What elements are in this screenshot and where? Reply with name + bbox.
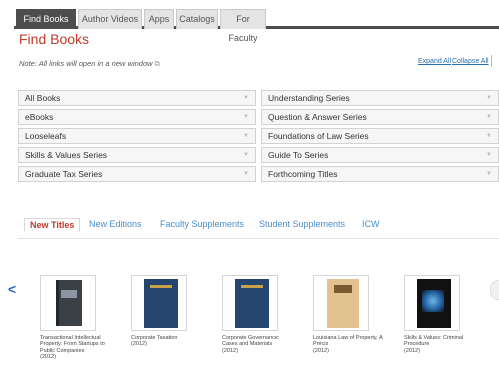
category-label: Question & Answer Series: [268, 112, 367, 122]
book-year: (2012): [404, 347, 420, 354]
category-label: All Books: [25, 93, 61, 103]
divider: [18, 238, 499, 239]
top-tab-bar: Find Books Author Videos Apps Catalogs F…: [14, 7, 499, 43]
subtab-icw[interactable]: ICW: [362, 219, 380, 229]
book-title[interactable]: Transactional Intellectual Property: Fro…: [40, 335, 112, 354]
book-item[interactable]: Corporate Governance: Cases and Material…: [222, 275, 294, 354]
chevron-down-icon: ▼: [486, 133, 492, 139]
category-skills-values-series[interactable]: Skills & Values Series ▼: [18, 147, 256, 163]
category-foundations-of-law-series[interactable]: Foundations of Law Series ▼: [261, 128, 499, 144]
book-year: (2012): [222, 347, 238, 354]
category-label: Foundations of Law Series: [268, 131, 369, 141]
category-label: Skills & Values Series: [25, 150, 108, 160]
book-title[interactable]: Skills & Values: Criminal Procedure: [404, 335, 476, 348]
external-link-icon: ⧉: [154, 59, 160, 68]
blue-book-icon[interactable]: [131, 275, 187, 331]
chevron-down-icon: ▼: [243, 114, 249, 120]
subtab-new-titles[interactable]: New Titles: [24, 218, 81, 232]
category-all-books[interactable]: All Books ▼: [18, 90, 256, 106]
book-title[interactable]: Louisiana Law of Property, A Précis: [313, 335, 385, 348]
chevron-down-icon: ▼: [243, 171, 249, 177]
book-item[interactable]: Louisiana Law of Property, A Précis (201…: [313, 275, 385, 354]
tab-author-videos[interactable]: Author Videos: [78, 9, 142, 29]
category-question-answer-series[interactable]: Question & Answer Series ▼: [261, 109, 499, 125]
tab-apps[interactable]: Apps: [144, 9, 174, 29]
subtab-faculty-supplements[interactable]: Faculty Supplements: [160, 219, 244, 229]
book-year: (2012): [131, 341, 147, 348]
title-filter-tabs: New Titles New Editions Faculty Suppleme…: [18, 214, 499, 238]
skills-values-book-icon[interactable]: [404, 275, 460, 331]
chevron-down-icon: ▼: [243, 95, 249, 101]
chevron-down-icon: ▼: [243, 152, 249, 158]
category-label: Guide To Series: [268, 150, 329, 160]
category-guide-to-series[interactable]: Guide To Series ▼: [261, 147, 499, 163]
book-year: (2012): [40, 353, 56, 360]
category-label: Forthcoming Titles: [268, 169, 338, 179]
carousel-next-button[interactable]: [490, 280, 499, 300]
category-label: Understanding Series: [268, 93, 350, 103]
chevron-left-icon[interactable]: <: [8, 281, 16, 297]
book-caption: Corporate Taxation (2012): [131, 335, 203, 348]
collapse-all-link[interactable]: Collapse All: [452, 58, 489, 65]
book-item[interactable]: Skills & Values: Criminal Procedure (201…: [404, 275, 476, 354]
category-graduate-tax-series[interactable]: Graduate Tax Series ▼: [18, 166, 256, 182]
tab-catalogs[interactable]: Catalogs: [176, 9, 218, 29]
book-caption: Skills & Values: Criminal Procedure (201…: [404, 335, 476, 354]
book-year: (2012): [313, 347, 329, 354]
book-item[interactable]: Corporate Taxation (2012): [131, 275, 203, 348]
new-window-note: Note: All links will open in a new windo…: [19, 59, 160, 69]
subtab-new-editions[interactable]: New Editions: [89, 219, 142, 229]
subtab-student-supplements[interactable]: Student Supplements: [259, 219, 345, 229]
chevron-down-icon: ▼: [486, 114, 492, 120]
category-label: Graduate Tax Series: [25, 169, 103, 179]
category-looseleafs[interactable]: Looseleafs ▼: [18, 128, 256, 144]
tab-for-faculty[interactable]: For Faculty: [220, 9, 266, 43]
category-ebooks[interactable]: eBooks ▼: [18, 109, 256, 125]
chevron-down-icon: ▼: [486, 95, 492, 101]
category-label: eBooks: [25, 112, 54, 122]
blue-book-icon[interactable]: [222, 275, 278, 331]
tan-book-icon[interactable]: [313, 275, 369, 331]
book-caption: Louisiana Law of Property, A Précis (201…: [313, 335, 385, 354]
category-understanding-series[interactable]: Understanding Series ▼: [261, 90, 499, 106]
book-caption: Corporate Governance: Cases and Material…: [222, 335, 294, 354]
expand-all-link[interactable]: Expand All: [418, 58, 451, 65]
book-caption: Transactional Intellectual Property: Fro…: [40, 335, 112, 360]
divider: [491, 55, 492, 67]
category-list: All Books ▼ Understanding Series ▼ eBooks ▼…: [18, 90, 499, 183]
note-text: Note: All links will open in a new windo…: [19, 59, 153, 68]
chevron-down-icon: ▼: [486, 152, 492, 158]
category-forthcoming-titles[interactable]: Forthcoming Titles ▼: [261, 166, 499, 182]
book-title[interactable]: Corporate Governance: Cases and Material…: [222, 335, 294, 348]
book-item[interactable]: Transactional Intellectual Property: Fro…: [40, 275, 112, 360]
page-title: Find Books: [19, 31, 90, 47]
tab-find-books[interactable]: Find Books: [16, 9, 76, 29]
binder-dark-icon[interactable]: [40, 275, 96, 331]
category-label: Looseleafs: [25, 131, 67, 141]
chevron-down-icon: ▼: [243, 133, 249, 139]
chevron-down-icon: ▼: [486, 171, 492, 177]
